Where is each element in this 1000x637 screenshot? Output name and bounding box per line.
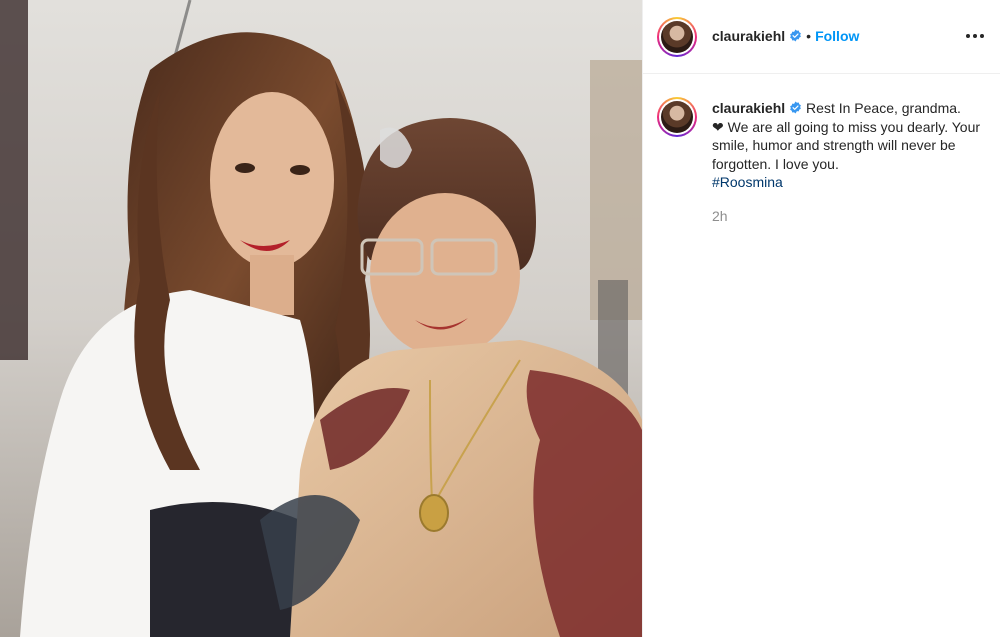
caption-avatar[interactable] <box>657 97 697 137</box>
more-dot <box>973 34 977 38</box>
header-username[interactable]: claurakiehl <box>712 28 785 44</box>
more-options-icon[interactable] <box>964 26 986 46</box>
hashtag-link[interactable]: #Roosmina <box>712 173 984 192</box>
verified-badge-icon <box>790 101 802 114</box>
caption-username[interactable]: claurakiehl <box>712 100 785 116</box>
avatar-image <box>661 21 693 53</box>
post-header: claurakiehl • Follow <box>643 0 1000 74</box>
header-separator: • <box>806 28 812 44</box>
post-side-panel: claurakiehl • Follow claurakiehl Rest In P… <box>643 0 1000 637</box>
caption-line-1: Rest In Peace, grandma. <box>806 100 961 116</box>
caption-line-2: We are all going to miss you dearly. You… <box>712 118 981 172</box>
more-dot <box>966 34 970 38</box>
post-timestamp[interactable]: 2h <box>712 208 728 224</box>
follow-button[interactable]: Follow <box>815 28 859 44</box>
header-user-line: claurakiehl • Follow <box>712 28 859 44</box>
post-photo[interactable] <box>0 0 642 637</box>
header-avatar[interactable] <box>657 17 697 57</box>
avatar-image <box>661 101 693 133</box>
verified-badge-icon <box>790 29 802 42</box>
photo-illustration <box>0 0 642 637</box>
more-dot <box>980 34 984 38</box>
post-caption: claurakiehl Rest In Peace, grandma. ❤ We… <box>712 99 984 192</box>
heart-icon: ❤ <box>712 118 724 135</box>
